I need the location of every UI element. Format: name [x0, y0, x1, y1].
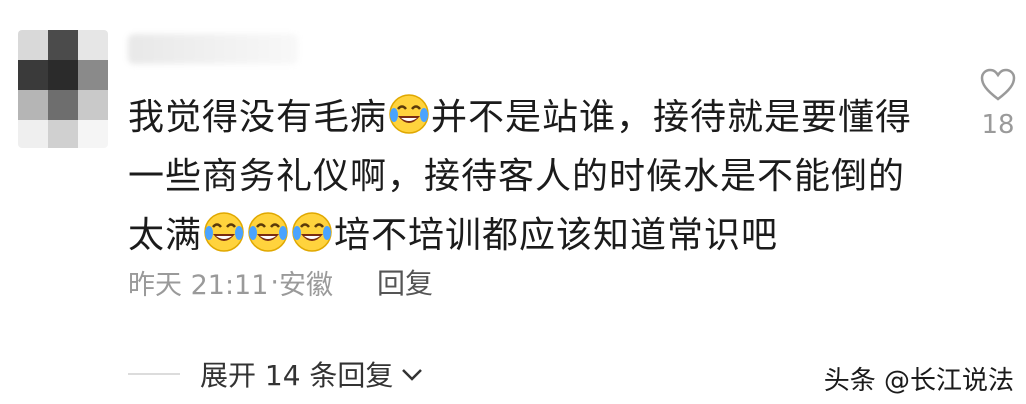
laughing-crying-emoji-icon — [204, 212, 244, 252]
username-blurred[interactable] — [128, 34, 298, 64]
watermark: 头条 @长江说法 — [823, 366, 1014, 396]
chevron-down-icon — [402, 369, 423, 381]
expand-replies-label: 展开 14 条回复 — [200, 359, 394, 392]
divider-line — [128, 373, 180, 375]
comment-location: 安徽 — [279, 269, 333, 301]
like-count: 18 — [981, 110, 1015, 140]
expand-replies-button[interactable]: 展开 14 条回复 — [128, 354, 425, 394]
comment-time: 昨天 21:11 — [128, 269, 269, 301]
like-button[interactable]: 18 — [976, 68, 1020, 140]
comment-text: 我觉得没有毛病 并不是站谁，接待就是要懂得一些商务礼仪啊，接待客人的时候水是不能… — [128, 88, 928, 265]
comment-text-part3: 培不培训都应该知道常识吧 — [334, 215, 779, 256]
reply-button[interactable]: 回复 — [377, 262, 433, 302]
comment-text-part1: 我觉得没有毛病 — [128, 97, 388, 138]
avatar[interactable] — [18, 30, 108, 148]
laughing-crying-emoji-icon — [292, 212, 332, 252]
comment-meta: 昨天 21:11 · 安徽 回复 — [128, 262, 433, 302]
laughing-crying-emoji-icon — [248, 212, 288, 252]
meta-separator: · — [270, 266, 279, 298]
laughing-crying-emoji-icon — [389, 94, 429, 134]
heart-icon — [980, 68, 1016, 101]
